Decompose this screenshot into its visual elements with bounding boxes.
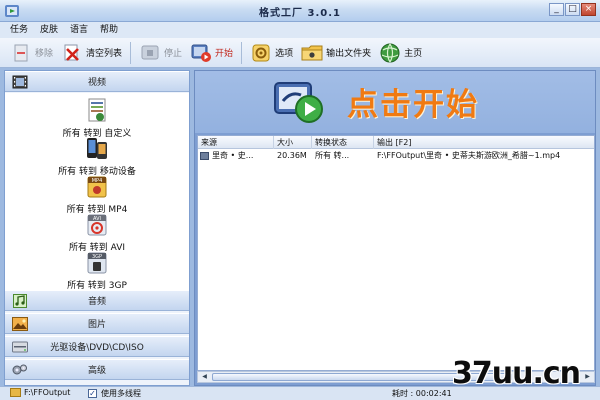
homepage-button[interactable]: 主页 [379, 40, 422, 66]
stop-icon [139, 42, 161, 64]
start-label: 开始 [215, 49, 234, 59]
options-button[interactable]: 选项 [250, 40, 293, 66]
menu-task[interactable]: 任务 [10, 22, 28, 38]
checkbox-checked-icon: ✓ [88, 389, 97, 398]
close-button[interactable]: × [581, 3, 596, 16]
folder-icon [301, 42, 323, 64]
video-file-icon [200, 152, 209, 160]
cell-source: 里奇 • 史... [198, 150, 274, 162]
cell-size: 20.36M [277, 151, 307, 160]
source-filename: 里奇 • 史... [212, 151, 254, 160]
scroll-right-icon[interactable]: ▶ [582, 372, 593, 382]
start-conversion-icon [273, 77, 325, 127]
start-button[interactable]: 开始 [190, 40, 233, 66]
avi-icon: AVI [83, 211, 111, 239]
options-label: 选项 [275, 49, 294, 59]
svg-text:MP4: MP4 [92, 178, 103, 184]
menu-bar: 任务 皮肤 语言 帮助 [0, 22, 600, 38]
list-item[interactable]: 所有 转到 自定义 [5, 97, 189, 139]
category-advanced-label: 高级 [87, 366, 106, 376]
video-format-list: 所有 转到 自定义 所有 转到 移动设备 MP4 所有 转到 MP4 AVI 所… [5, 93, 189, 290]
output-folder-label: 输出文件夹 [326, 49, 372, 59]
remove-label: 移除 [35, 49, 54, 59]
list-item[interactable]: 3GP 所有 转到 3GP [5, 249, 189, 290]
maximize-button[interactable]: □ [565, 3, 580, 16]
picture-icon [11, 316, 29, 332]
table-row[interactable]: 里奇 • 史... 20.36M 所有 转... F:\FFOutput\里奇 … [198, 150, 594, 162]
menu-help[interactable]: 帮助 [100, 22, 118, 38]
cell-output: F:\FFOutput\里奇 • 史蒂夫斯游欧洲_希腊~1.mp4 [377, 151, 561, 160]
category-audio-label: 音频 [87, 297, 106, 307]
film-icon [11, 74, 29, 90]
output-folder-path[interactable]: F:\FFOutput [10, 388, 70, 397]
stop-label: 停止 [164, 49, 183, 59]
click-to-start-text: 点击开始 [347, 87, 479, 123]
mp4-icon: MP4 [83, 173, 111, 201]
svg-text:AVI: AVI [93, 216, 101, 222]
mobile-device-icon [83, 135, 111, 163]
category-image[interactable]: 图片 [5, 313, 189, 334]
column-size[interactable]: 大小 [274, 136, 312, 149]
list-item[interactable]: AVI 所有 转到 AVI [5, 211, 189, 253]
toolbar-separator [130, 41, 132, 64]
watermark-logo: 37uu.cn [452, 356, 581, 391]
category-sidebar: 视频 所有 转到 自定义 所有 转到 移动设备 MP4 所有 转到 MP4 AV… [4, 70, 190, 386]
cell-status: 所有 转... [315, 151, 350, 160]
category-video[interactable]: 视频 [5, 71, 189, 92]
remove-button[interactable]: 移除 [10, 40, 53, 66]
clear-list-icon [61, 42, 83, 64]
menu-skin[interactable]: 皮肤 [40, 22, 58, 38]
elapsed-time: 耗时 : 00:02:41 [392, 389, 452, 398]
multithread-label: 使用多线程 [101, 389, 141, 398]
globe-icon [379, 42, 401, 64]
window-title: 格式工厂 3.0.1 [259, 8, 341, 19]
advanced-tools-icon [11, 362, 29, 378]
table-header: 来源 大小 转换状态 输出 [F2] [198, 136, 594, 149]
multithread-checkbox[interactable]: ✓ 使用多线程 [88, 388, 141, 399]
homepage-label: 主页 [404, 49, 423, 59]
custom-format-icon [83, 97, 111, 125]
column-output[interactable]: 输出 [F2] [374, 136, 594, 149]
start-icon [190, 42, 212, 64]
clear-list-label: 清空列表 [86, 49, 123, 59]
category-image-label: 图片 [87, 320, 106, 330]
gear-icon [250, 42, 272, 64]
category-video-label: 视频 [87, 78, 106, 88]
scroll-left-icon[interactable]: ◀ [199, 372, 210, 382]
category-audio[interactable]: 音频 [5, 290, 189, 311]
toolbar: 移除 清空列表 停止 开始 选项 输出文件夹 主页 [0, 38, 600, 68]
title-bar: 格式工厂 3.0.1 _ □ × [0, 0, 600, 22]
output-folder-text: F:\FFOutput [24, 388, 71, 397]
list-item[interactable]: MP4 所有 转到 MP4 [5, 173, 189, 215]
folder-icon [10, 388, 21, 397]
svg-text:3GP: 3GP [92, 254, 102, 260]
list-item-label: 所有 转到 3GP [67, 281, 127, 290]
menu-language[interactable]: 语言 [70, 22, 88, 38]
category-disc-label: 光驱设备\DVD\CD\ISO [50, 343, 144, 353]
3gp-icon: 3GP [83, 249, 111, 277]
clear-list-button[interactable]: 清空列表 [61, 40, 122, 66]
category-disc-device[interactable]: 光驱设备\DVD\CD\ISO [5, 336, 189, 357]
click-to-start-banner[interactable]: 点击开始 [195, 71, 595, 133]
remove-icon [10, 42, 32, 64]
stop-button[interactable]: 停止 [139, 40, 182, 66]
output-folder-button[interactable]: 输出文件夹 [301, 40, 371, 66]
toolbar-separator [241, 41, 243, 64]
list-item[interactable]: 所有 转到 移动设备 [5, 135, 189, 177]
disc-drive-icon [11, 339, 29, 355]
music-note-icon [11, 293, 29, 309]
column-status[interactable]: 转换状态 [312, 136, 374, 149]
column-source[interactable]: 来源 [198, 136, 274, 149]
category-advanced[interactable]: 高级 [5, 359, 189, 380]
minimize-button[interactable]: _ [549, 3, 564, 16]
